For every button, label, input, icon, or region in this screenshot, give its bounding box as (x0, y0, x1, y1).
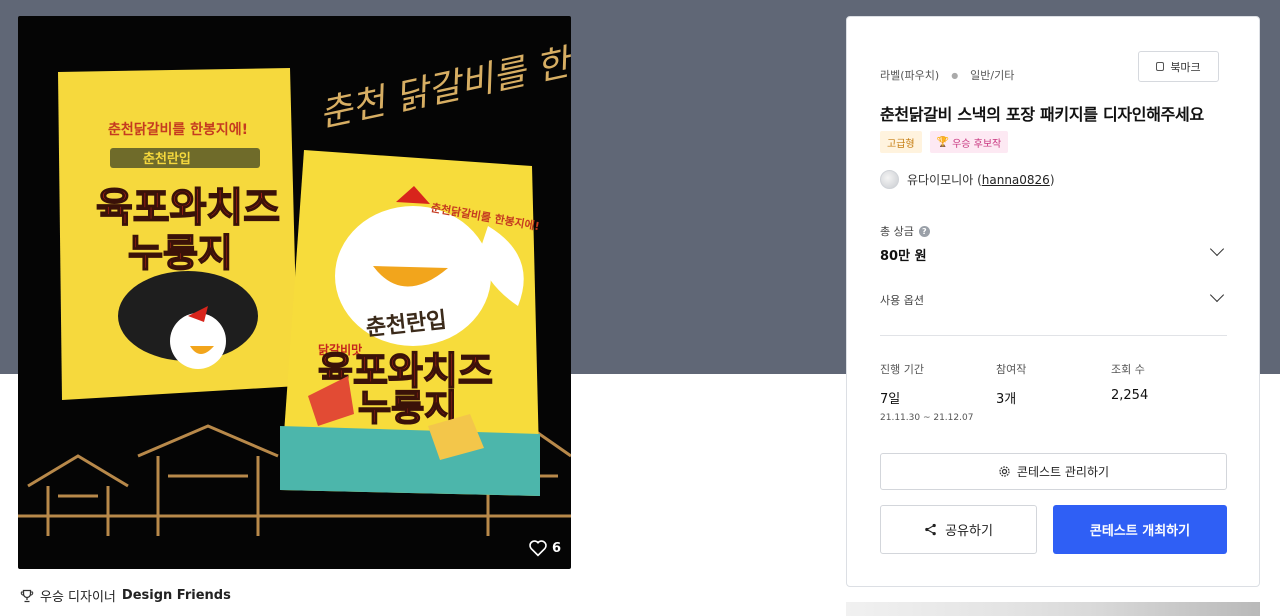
prize-label-text: 총 상금 (880, 225, 914, 238)
host-handle[interactable]: hanna0826 (982, 173, 1050, 187)
contest-title: 춘천닭갈비 스낵의 포장 패키지를 디자인해주세요 (880, 105, 1204, 124)
stat-period: 진행 기간 7일 21.11.30 ~ 21.12.07 (880, 361, 973, 423)
contest-info-panel: 라벨(파우치) ● 일반/기타 북마크 춘천닭갈비 스낵의 포장 패키지를 디자… (846, 16, 1260, 587)
premium-tag: 고급형 (880, 131, 922, 153)
category-breadcrumb: 라벨(파우치) ● 일반/기타 (880, 67, 1014, 83)
trophy-icon (20, 589, 34, 602)
contest-tags: 고급형 🏆 우승 후보작 (880, 131, 1009, 153)
heart-outline-icon (529, 540, 547, 557)
period-label: 진행 기간 (880, 363, 924, 376)
entries-value: 3개 (996, 392, 1017, 407)
host-name: 유다이모니아 (907, 173, 974, 187)
back-pouch-name-1: 육포와치즈 (96, 185, 280, 231)
winner-candidate-tag: 🏆 우승 후보작 (929, 131, 1009, 153)
host-contest-button[interactable]: 콘테스트 개최하기 (1053, 505, 1227, 554)
entries-label: 참여작 (996, 363, 1027, 376)
options-label[interactable]: 사용 옵션 (880, 292, 924, 308)
back-pouch-note: 춘천닭갈비를 한봉지에! (108, 121, 248, 138)
stat-entries: 참여작 3개 (996, 361, 1026, 407)
winner-prefix: 우승 디자이너 (40, 590, 116, 605)
back-pouch-name-2: 누룽지 (128, 231, 233, 275)
bookmark-label: 북마크 (1170, 60, 1201, 74)
host-info[interactable]: 유다이모니아 (hanna0826) (880, 170, 1055, 189)
next-card-thumbnail[interactable] (846, 602, 1260, 616)
bookmark-button[interactable]: 북마크 (1138, 51, 1219, 82)
bookmark-icon (1156, 62, 1165, 71)
manage-contest-button[interactable]: 콘테스트 관리하기 (880, 453, 1227, 490)
stat-views: 조회 수 2,254 (1111, 361, 1148, 403)
back-pouch: 춘천란입 춘천닭갈비를 한봉지에! 육포와치즈 누룽지 (58, 68, 298, 400)
winner-designer-name[interactable]: Design Friends (122, 588, 231, 603)
views-label: 조회 수 (1111, 363, 1145, 376)
chevron-down-icon[interactable] (1209, 241, 1225, 257)
category-label[interactable]: 라벨(파우치) (880, 67, 939, 83)
chevron-down-icon[interactable] (1209, 287, 1225, 303)
share-icon (925, 523, 936, 536)
winner-designer-line: 우승 디자이너 Design Friends (20, 586, 231, 605)
views-value: 2,254 (1111, 388, 1149, 403)
prize-value: 80만 원 (880, 249, 927, 264)
slogan-text: 춘천 닭갈비를 한봉지에! (316, 19, 571, 136)
gear-icon (999, 466, 1010, 477)
help-icon[interactable]: ? (918, 225, 930, 237)
product-illustration: 춘천 닭갈비를 한봉지에! 춘천란입 춘천닭갈비를 한봉지에! 육포와치즈 누룽… (18, 19, 571, 536)
divider (880, 335, 1227, 336)
winner-candidate-label: 우승 후보작 (952, 138, 1002, 150)
back-pouch-brand: 춘천란입 (143, 152, 191, 167)
share-button[interactable]: 공유하기 (880, 505, 1037, 554)
product-image[interactable]: 춘천 닭갈비를 한봉지에! 춘천란입 춘천닭갈비를 한봉지에! 육포와치즈 누룽… (18, 16, 571, 569)
separator-dot: ● (951, 70, 959, 80)
period-value: 7일 (880, 392, 901, 407)
prize-label: 총 상금 ? (880, 223, 930, 239)
front-pouch: 춘천닭갈비를 한봉지에! 춘천란입 닭갈비맛 육포와치즈 누룽지 (280, 150, 541, 496)
period-dates: 21.11.30 ~ 21.12.07 (880, 413, 974, 423)
avatar (880, 170, 899, 189)
trophy-icon: 🏆 (936, 136, 950, 148)
like-counter[interactable]: 6 (528, 539, 561, 557)
subcategory-label[interactable]: 일반/기타 (970, 67, 1014, 83)
like-count-value: 6 (551, 540, 561, 556)
manage-contest-label: 콘테스트 관리하기 (1016, 465, 1110, 479)
share-label: 공유하기 (945, 524, 993, 539)
